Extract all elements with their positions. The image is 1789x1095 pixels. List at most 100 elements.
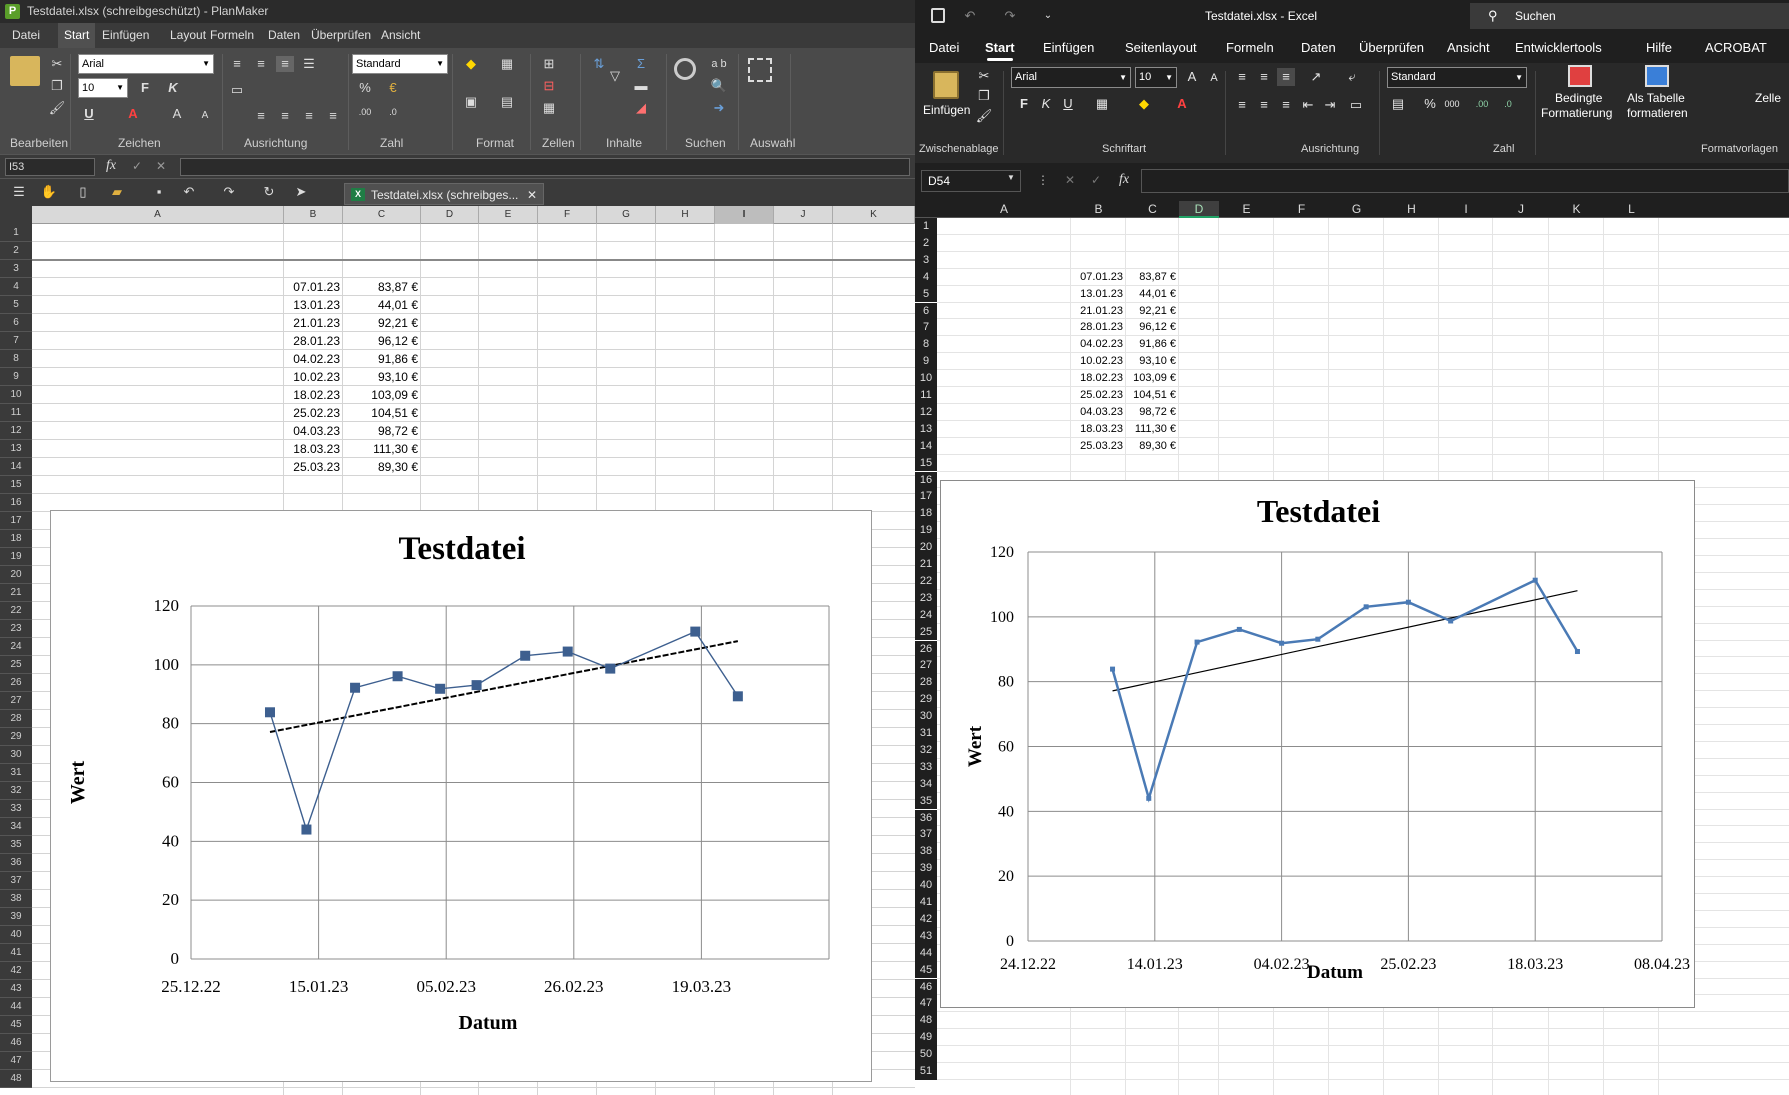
confirm-icon[interactable]: ✓ bbox=[132, 159, 142, 173]
row-header[interactable]: 36 bbox=[0, 854, 32, 872]
increase-decimal-icon[interactable]: .00 bbox=[1473, 95, 1491, 113]
conditional-format-label[interactable]: Bedingte bbox=[1555, 91, 1602, 105]
row-header[interactable]: 41 bbox=[915, 894, 937, 911]
table-cell-value[interactable]: 44,01 € bbox=[1126, 286, 1179, 303]
row-header[interactable]: 30 bbox=[915, 708, 937, 725]
align-center-icon[interactable]: ≡ bbox=[276, 108, 294, 124]
wrap-text-icon[interactable]: ☰ bbox=[300, 56, 318, 72]
border-icon[interactable]: ▦ bbox=[498, 56, 516, 72]
row-header[interactable]: 10 bbox=[0, 386, 32, 404]
font-size-select[interactable]: 10 ▼ bbox=[78, 78, 128, 98]
row-header[interactable]: 20 bbox=[0, 566, 32, 584]
column-header-f[interactable]: F bbox=[538, 206, 597, 224]
row-header[interactable]: 12 bbox=[915, 403, 937, 421]
customize-toolbar-icon[interactable]: ⌄ bbox=[1039, 7, 1057, 25]
row-header[interactable]: 24 bbox=[0, 638, 32, 656]
row-header[interactable]: 7 bbox=[915, 319, 937, 337]
menu-seitenlayout[interactable]: Seitenlayout bbox=[1125, 33, 1197, 63]
row-header[interactable]: 13 bbox=[0, 440, 32, 458]
menu-formeln[interactable]: Formeln bbox=[1226, 33, 1274, 63]
conditional-format-label-2[interactable]: Formatierung bbox=[1541, 106, 1612, 120]
format-cells-icon[interactable]: ▦ bbox=[540, 100, 558, 116]
column-header-f[interactable]: F bbox=[1274, 201, 1329, 218]
table-cell-date[interactable]: 25.02.23 bbox=[284, 404, 343, 422]
fill-color-icon[interactable]: ◆ bbox=[462, 56, 480, 72]
menu-acrobat[interactable]: ACROBAT bbox=[1705, 33, 1767, 63]
row-header[interactable]: 46 bbox=[0, 1034, 32, 1052]
font-color-icon[interactable]: A bbox=[1173, 95, 1191, 113]
table-cell-date[interactable]: 07.01.23 bbox=[1071, 269, 1126, 286]
row-header[interactable]: 42 bbox=[0, 962, 32, 980]
font-color-icon[interactable]: A bbox=[124, 106, 142, 122]
format-as-table-label-2[interactable]: formatieren bbox=[1627, 106, 1688, 120]
copy-icon[interactable]: ❐ bbox=[48, 78, 66, 94]
row-header[interactable]: 15 bbox=[915, 454, 937, 472]
row-header[interactable]: 44 bbox=[915, 944, 937, 962]
table-cell-date[interactable]: 18.03.23 bbox=[1071, 421, 1126, 438]
row-header[interactable]: 39 bbox=[915, 860, 937, 878]
table-cell-date[interactable]: 28.01.23 bbox=[284, 332, 343, 350]
column-header-a[interactable]: A bbox=[32, 206, 284, 224]
row-header[interactable]: 4 bbox=[915, 268, 937, 286]
paste-icon[interactable] bbox=[10, 56, 40, 86]
format-as-table-icon[interactable] bbox=[1645, 65, 1669, 87]
table-cell-date[interactable]: 18.02.23 bbox=[1071, 370, 1126, 387]
row-header[interactable]: 28 bbox=[915, 674, 937, 692]
cut-icon[interactable]: ✂ bbox=[48, 56, 66, 72]
row-header[interactable]: 16 bbox=[915, 471, 937, 489]
row-header[interactable]: 35 bbox=[0, 836, 32, 854]
menu-datei[interactable]: Datei bbox=[929, 33, 959, 63]
fx-icon[interactable]: fx bbox=[106, 158, 116, 174]
decrease-decimal-icon[interactable]: .0 bbox=[384, 104, 402, 120]
formula-input[interactable] bbox=[180, 158, 910, 176]
column-header-b[interactable]: B bbox=[284, 206, 343, 224]
row-header[interactable]: 37 bbox=[0, 872, 32, 890]
confirm-icon[interactable]: ✓ bbox=[1091, 173, 1101, 187]
table-cell-value[interactable]: 96,12 € bbox=[343, 332, 421, 350]
delete-cells-icon[interactable]: ⊟ bbox=[540, 78, 558, 94]
column-header-c[interactable]: C bbox=[343, 206, 421, 224]
number-format-select[interactable]: Standard ▼ bbox=[1387, 67, 1527, 88]
cell-reference-box[interactable]: I53 bbox=[5, 158, 95, 176]
row-header[interactable]: 42 bbox=[915, 910, 937, 928]
column-header-d[interactable]: D bbox=[1179, 201, 1219, 218]
decrease-decimal-icon[interactable]: .0 bbox=[1499, 95, 1517, 113]
column-header-j[interactable]: J bbox=[1493, 201, 1549, 218]
table-cell-value[interactable]: 111,30 € bbox=[1126, 421, 1179, 438]
conditional-format-icon[interactable] bbox=[1568, 65, 1592, 87]
italic-button[interactable]: K bbox=[1037, 95, 1055, 113]
merge-center-icon[interactable]: ▭ bbox=[1347, 96, 1365, 114]
search-icon[interactable] bbox=[674, 58, 696, 80]
table-cell-date[interactable]: 13.01.23 bbox=[284, 296, 343, 314]
copy-icon[interactable]: ❐ bbox=[975, 87, 993, 105]
format-as-table-label[interactable]: Als Tabelle bbox=[1627, 91, 1685, 105]
row-header[interactable]: 3 bbox=[0, 260, 32, 278]
align-bottom-icon[interactable]: ≡ bbox=[1277, 68, 1295, 86]
menu-einfügen[interactable]: Einfügen bbox=[1043, 33, 1094, 63]
row-header[interactable]: 49 bbox=[915, 1029, 937, 1047]
row-header[interactable]: 13 bbox=[915, 420, 937, 438]
underline-button[interactable]: U bbox=[80, 106, 98, 122]
bold-button[interactable]: F bbox=[1015, 95, 1033, 113]
row-header[interactable]: 23 bbox=[915, 589, 937, 607]
column-header-h[interactable]: H bbox=[1384, 201, 1439, 218]
decrease-indent-icon[interactable]: ⇤ bbox=[1299, 96, 1317, 114]
row-header[interactable]: 38 bbox=[915, 843, 937, 861]
clear-icon[interactable]: ◢ bbox=[632, 100, 650, 116]
row-header[interactable]: 45 bbox=[915, 961, 937, 979]
shrink-font-icon[interactable]: A bbox=[196, 108, 214, 124]
row-header[interactable]: 8 bbox=[0, 350, 32, 368]
row-header[interactable]: 31 bbox=[915, 725, 937, 742]
hand-icon[interactable]: ✋ bbox=[40, 184, 58, 200]
table-cell-value[interactable]: 83,87 € bbox=[1126, 269, 1179, 286]
table-cell-value[interactable]: 91,86 € bbox=[1126, 336, 1179, 353]
row-header[interactable]: 2 bbox=[0, 242, 32, 260]
column-header-k[interactable]: K bbox=[833, 206, 915, 224]
align-left-icon[interactable]: ≡ bbox=[252, 108, 270, 124]
row-header[interactable]: 15 bbox=[0, 476, 32, 494]
search-box[interactable]: ⚲ Suchen bbox=[1470, 3, 1789, 29]
row-header[interactable]: 17 bbox=[915, 488, 937, 506]
name-box-dropdown-icon[interactable]: ▼ bbox=[1007, 173, 1015, 182]
column-header-b[interactable]: B bbox=[1071, 201, 1126, 218]
grow-font-icon[interactable]: A bbox=[168, 106, 186, 122]
